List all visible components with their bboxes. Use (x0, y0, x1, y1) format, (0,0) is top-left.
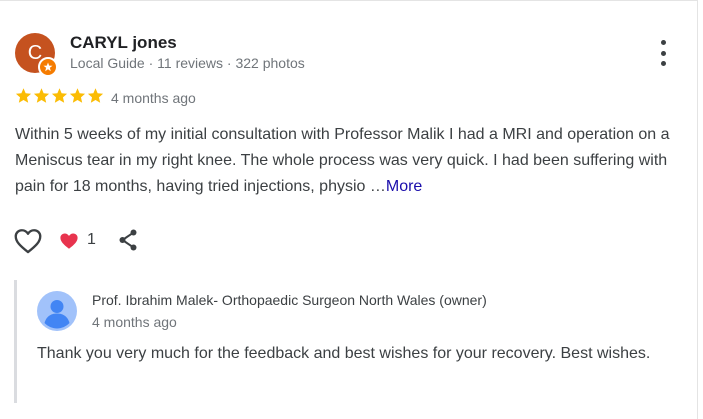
share-icon[interactable] (117, 228, 139, 257)
owner-response-date: 4 months ago (92, 314, 177, 330)
review-text: Within 5 weeks of my initial consultatio… (15, 122, 685, 200)
star-icon (15, 88, 32, 103)
star-icon (51, 88, 68, 103)
badge-star-icon (43, 62, 53, 72)
reaction-count: 1 (87, 231, 96, 248)
review-body: Within 5 weeks of my initial consultatio… (15, 126, 670, 195)
menu-dot (660, 61, 666, 66)
right-divider (697, 0, 698, 419)
top-divider (0, 0, 697, 1)
local-guide-badge-icon (38, 57, 58, 77)
author-name[interactable]: CARYL jones (70, 33, 177, 53)
menu-dot (660, 40, 666, 45)
star-rating (15, 87, 104, 104)
owner-name: Prof. Ibrahim Malek- Orthopaedic Surgeon… (92, 292, 487, 308)
star-icon (87, 88, 104, 103)
menu-dot (660, 50, 666, 56)
author-meta[interactable]: Local Guide · 11 reviews · 322 photos (70, 55, 305, 71)
more-link[interactable]: More (386, 178, 422, 195)
review-date: 4 months ago (111, 90, 196, 106)
heart-outline-icon[interactable] (14, 228, 42, 259)
owner-response-border (14, 280, 17, 403)
person-icon (37, 291, 77, 336)
star-icon (33, 88, 50, 103)
owner-response-text: Thank you very much for the feedback and… (37, 345, 651, 362)
heart-filled-icon[interactable] (59, 232, 79, 255)
star-icon (69, 88, 86, 103)
more-vertical-icon[interactable] (652, 40, 674, 66)
